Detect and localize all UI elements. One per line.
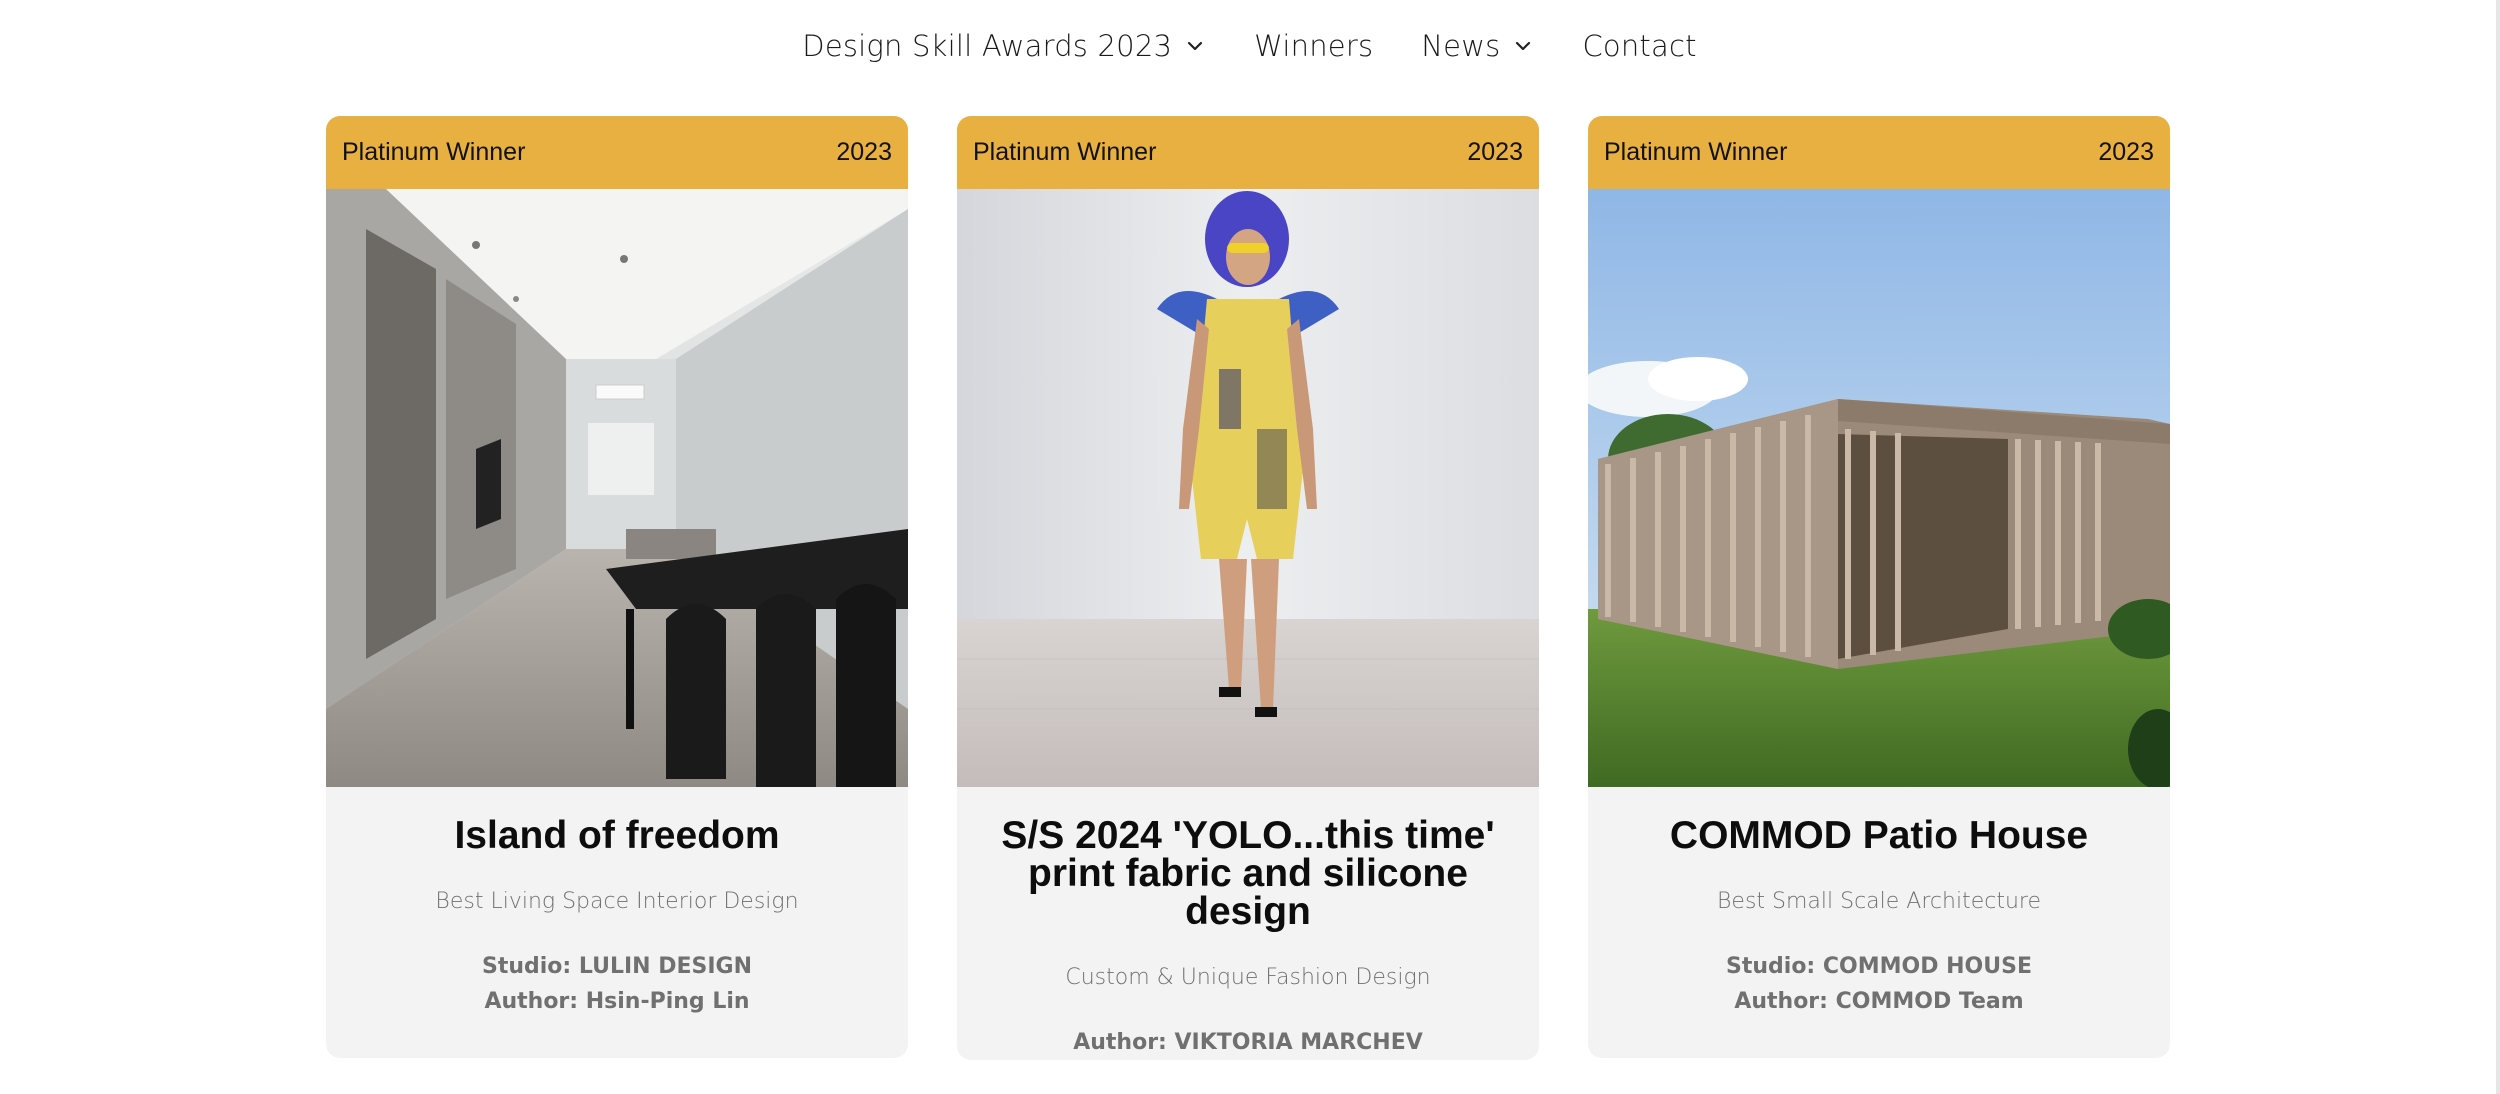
fashion-runway-photo[interactable] bbox=[957, 189, 1539, 787]
nav-item-contact[interactable]: Contact bbox=[1558, 29, 1720, 63]
winners-grid: Platinum Winner 2023 Island of freedom B… bbox=[326, 116, 2170, 1060]
architecture-photo[interactable] bbox=[1588, 189, 2170, 787]
winner-year: 2023 bbox=[2098, 138, 2154, 166]
nav-item-label: Contact bbox=[1582, 29, 1697, 63]
award-category: Best Small Scale Architecture bbox=[1717, 889, 2041, 914]
nav-item-design-skill-awards[interactable]: Design Skill Awards 2023 bbox=[778, 29, 1230, 63]
project-title[interactable]: S/S 2024 'YOLO...this time' print fabric… bbox=[981, 816, 1515, 931]
winner-badge: Platinum Winner bbox=[973, 138, 1157, 166]
chevron-down-icon bbox=[1512, 35, 1534, 57]
award-category: Custom & Unique Fashion Design bbox=[1065, 965, 1431, 990]
author-credit: Author: Hsin-Ping Lin bbox=[484, 989, 750, 1014]
project-title[interactable]: Island of freedom bbox=[350, 816, 884, 855]
winner-badge: Platinum Winner bbox=[1604, 138, 1788, 166]
credits: Author: VIKTORIA MARCHEV bbox=[981, 1025, 1515, 1060]
studio-credit: Studio: COMMOD HOUSE bbox=[1726, 954, 2032, 979]
studio-credit: Studio: LULIN DESIGN bbox=[481, 954, 753, 979]
card-body: Island of freedom Best Living Space Inte… bbox=[326, 816, 908, 1019]
card-body: COMMOD Patio House Best Small Scale Arch… bbox=[1588, 816, 2170, 1019]
page-scrollbar[interactable] bbox=[2496, 0, 2500, 1094]
winner-year: 2023 bbox=[1467, 138, 1523, 166]
nav-item-news[interactable]: News bbox=[1397, 29, 1558, 63]
nav-item-label: Design Skill Awards 2023 bbox=[802, 29, 1173, 63]
top-navigation: Design Skill Awards 2023 Winners News Co… bbox=[0, 0, 2500, 92]
award-category: Best Living Space Interior Design bbox=[435, 889, 799, 914]
winner-card[interactable]: Platinum Winner 2023 bbox=[957, 116, 1539, 1060]
nav-item-label: News bbox=[1421, 29, 1501, 63]
card-header: Platinum Winner 2023 bbox=[326, 116, 908, 189]
card-header: Platinum Winner 2023 bbox=[957, 116, 1539, 189]
winner-badge: Platinum Winner bbox=[342, 138, 526, 166]
credits: Studio: COMMOD HOUSE Author: COMMOD Team bbox=[1612, 949, 2146, 1019]
author-credit: Author: COMMOD Team bbox=[1734, 989, 2024, 1014]
card-header: Platinum Winner 2023 bbox=[1588, 116, 2170, 189]
card-body: S/S 2024 'YOLO...this time' print fabric… bbox=[957, 816, 1539, 1060]
credits: Studio: LULIN DESIGN Author: Hsin-Ping L… bbox=[350, 949, 884, 1019]
winner-year: 2023 bbox=[836, 138, 892, 166]
chevron-down-icon bbox=[1184, 35, 1206, 57]
project-title[interactable]: COMMOD Patio House bbox=[1612, 816, 2146, 855]
interior-photo[interactable] bbox=[326, 189, 908, 787]
nav-item-winners[interactable]: Winners bbox=[1230, 29, 1397, 63]
winner-card[interactable]: Platinum Winner 2023 bbox=[326, 116, 908, 1058]
nav-item-label: Winners bbox=[1254, 29, 1374, 63]
author-credit: Author: VIKTORIA MARCHEV bbox=[1073, 1030, 1423, 1055]
winner-card[interactable]: Platinum Winner 2023 bbox=[1588, 116, 2170, 1058]
